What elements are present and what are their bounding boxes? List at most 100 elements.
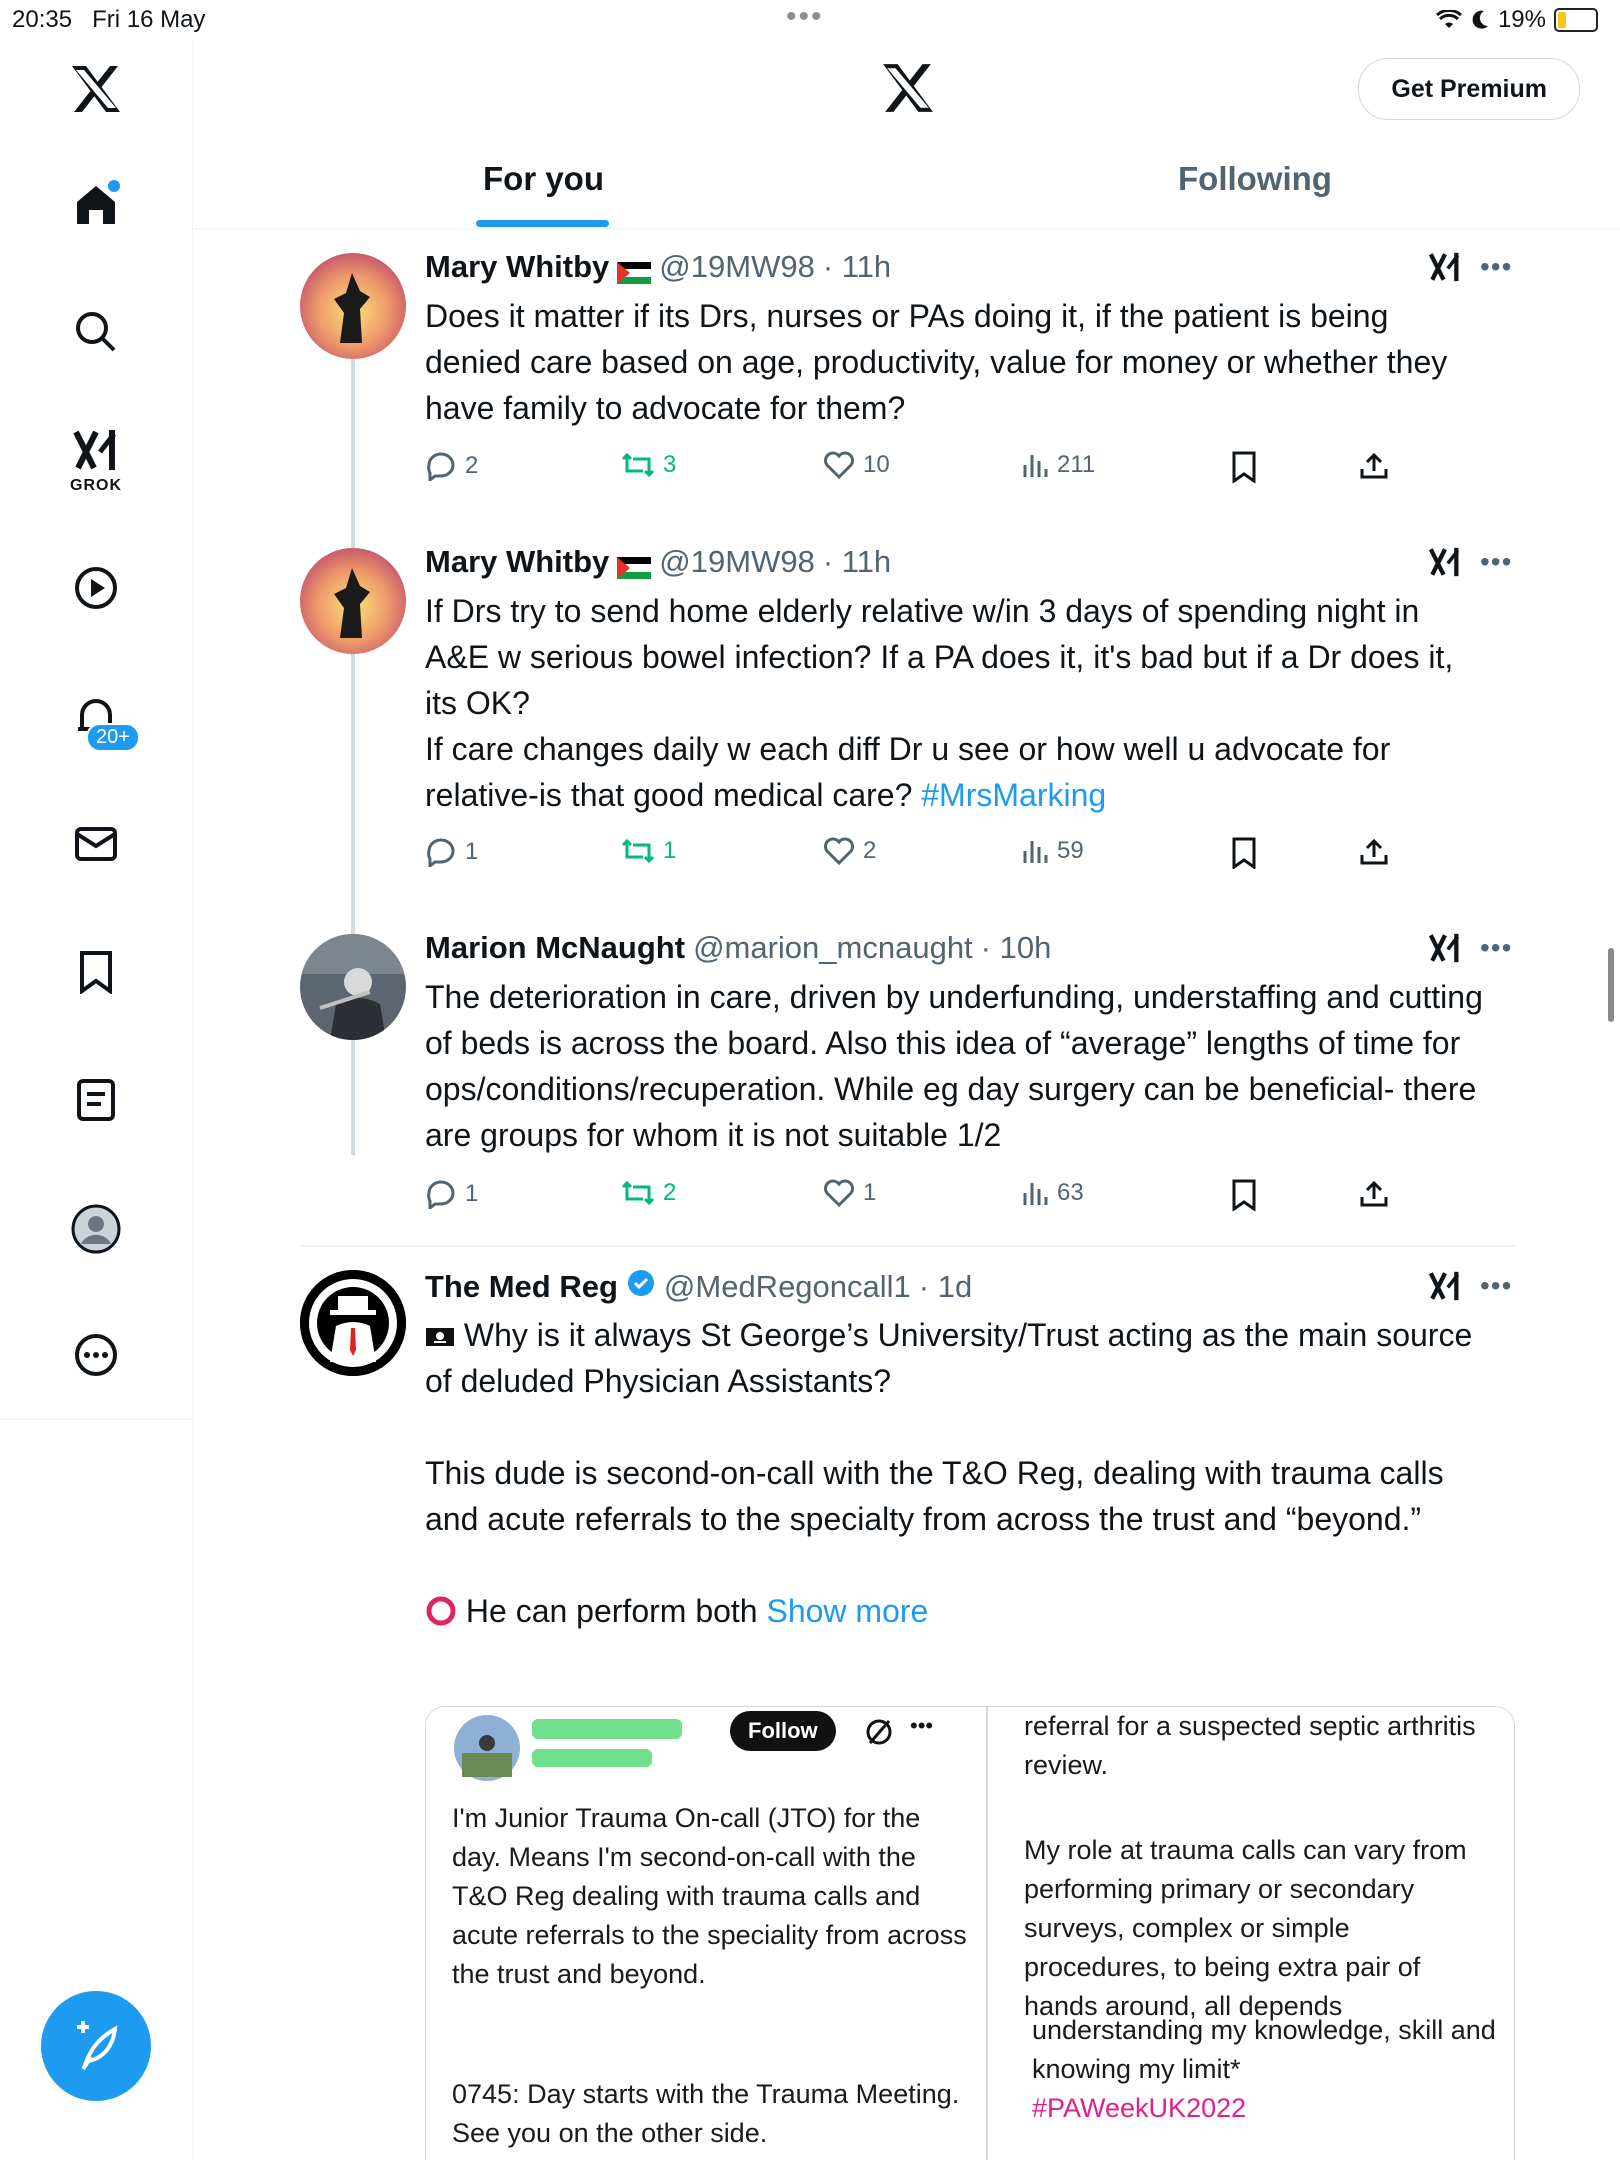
tweet-time[interactable]: · 10h bbox=[981, 930, 1052, 966]
like-button[interactable]: 1 bbox=[823, 1179, 876, 1207]
tweet-text: Does it matter if its Drs, nurses or PAs… bbox=[425, 298, 1448, 426]
author-handle[interactable]: @marion_mcnaught bbox=[693, 930, 973, 966]
nav-lists[interactable] bbox=[66, 1070, 126, 1130]
timeline-header: Get Premium For you Following bbox=[193, 40, 1620, 229]
views-button[interactable]: 211 bbox=[1021, 451, 1095, 479]
author-handle[interactable]: @19MW98 bbox=[659, 249, 815, 285]
avatar[interactable] bbox=[300, 548, 406, 654]
avatar[interactable] bbox=[300, 934, 406, 1040]
heart-icon bbox=[824, 1179, 854, 1207]
share-icon bbox=[1360, 1180, 1388, 1207]
active-tab-indicator bbox=[476, 220, 609, 227]
share-icon bbox=[1360, 838, 1388, 865]
grok-icon[interactable] bbox=[1428, 546, 1462, 578]
nav-grok[interactable] bbox=[66, 420, 126, 480]
tweet-top-actions: ••• bbox=[1428, 251, 1512, 283]
tweet-time[interactable]: · 11h bbox=[823, 249, 891, 285]
like-button[interactable]: 10 bbox=[823, 451, 890, 479]
hashtag-link[interactable]: #MrsMarking bbox=[921, 777, 1106, 813]
screenshot-more-icon: ••• bbox=[910, 1713, 934, 1738]
sidebar-divider bbox=[0, 1418, 192, 1420]
share-button[interactable] bbox=[1359, 451, 1389, 481]
reply-icon bbox=[427, 838, 455, 867]
tweet-paragraph: If care changes daily w each diff Dr u s… bbox=[425, 731, 1391, 813]
retweet-button[interactable]: 2 bbox=[621, 1179, 676, 1207]
more-icon[interactable]: ••• bbox=[1480, 546, 1512, 578]
show-more-link[interactable]: Show more bbox=[766, 1593, 928, 1629]
media-right-panel: referral for a suspected septic arthriti… bbox=[986, 1707, 1514, 2160]
nav-profile[interactable] bbox=[66, 1199, 126, 1259]
tweet-top-actions: ••• bbox=[1428, 932, 1512, 964]
author-handle[interactable]: @MedRegoncall1 bbox=[664, 1269, 911, 1305]
heart-icon bbox=[824, 451, 854, 479]
bookmark-button[interactable] bbox=[1231, 1179, 1257, 1211]
status-time: 20:35 Fri 16 May bbox=[12, 6, 206, 33]
tweet-text: If Drs try to send home elderly relative… bbox=[425, 588, 1485, 818]
retweet-button[interactable]: 1 bbox=[621, 837, 676, 865]
compose-feather-icon bbox=[77, 2021, 118, 2071]
nav-explore[interactable] bbox=[66, 302, 126, 362]
heart-icon bbox=[824, 837, 854, 865]
grok-icon[interactable] bbox=[1428, 251, 1462, 283]
status-bar: 20:35 Fri 16 May ••• 19% bbox=[0, 0, 1620, 40]
compose-button[interactable] bbox=[41, 1991, 151, 2101]
like-button[interactable]: 2 bbox=[823, 837, 876, 865]
redaction-mark bbox=[532, 1749, 652, 1767]
screenshot-text: understanding my knowledge, skill and kn… bbox=[1032, 2015, 1496, 2084]
tweet-time[interactable]: · 1d bbox=[919, 1269, 972, 1305]
tweet-top-actions: ••• bbox=[1428, 1270, 1512, 1302]
author-name[interactable]: Mary Whitby bbox=[425, 249, 609, 285]
media-left-panel: Follow ••• I'm Junior Trauma On-call (JT… bbox=[426, 1707, 984, 2160]
nav-more[interactable] bbox=[66, 1325, 126, 1385]
red-circle-icon bbox=[425, 1593, 457, 1629]
author-name[interactable]: Mary Whitby bbox=[425, 544, 609, 580]
nav-video[interactable] bbox=[66, 558, 126, 618]
bookmark-icon bbox=[80, 951, 112, 994]
reply-button[interactable]: 1 bbox=[425, 837, 478, 867]
tab-for-you[interactable]: For you bbox=[483, 160, 604, 198]
views-button[interactable]: 59 bbox=[1021, 837, 1084, 865]
tweet-header: Marion McNaught @marion_mcnaught · 10h bbox=[425, 930, 1051, 966]
retweet-button[interactable]: 3 bbox=[621, 451, 676, 479]
reply-button[interactable]: 1 bbox=[425, 1179, 478, 1209]
search-icon bbox=[76, 312, 116, 352]
share-button[interactable] bbox=[1359, 837, 1389, 867]
views-icon bbox=[1023, 1183, 1048, 1205]
author-name[interactable]: Marion McNaught bbox=[425, 930, 685, 966]
multitasking-dots[interactable]: ••• bbox=[786, 0, 824, 34]
get-premium-button[interactable]: Get Premium bbox=[1358, 58, 1580, 120]
share-button[interactable] bbox=[1359, 1179, 1389, 1209]
bookmark-button[interactable] bbox=[1231, 451, 1257, 483]
grok-icon[interactable] bbox=[1428, 1270, 1462, 1302]
slash-circle-icon bbox=[866, 1719, 892, 1745]
scrollbar[interactable] bbox=[1608, 948, 1614, 1022]
bookmark-button[interactable] bbox=[1231, 837, 1257, 869]
more-icon[interactable]: ••• bbox=[1480, 932, 1512, 964]
pirate-flag-icon bbox=[425, 1317, 455, 1353]
tweet-media-image[interactable]: Follow ••• I'm Junior Trauma On-call (JT… bbox=[425, 1706, 1515, 2160]
more-icon[interactable]: ••• bbox=[1480, 1270, 1512, 1302]
tweet-divider bbox=[300, 1245, 1515, 1247]
avatar[interactable] bbox=[300, 1270, 406, 1376]
views-button[interactable]: 63 bbox=[1021, 1179, 1084, 1207]
author-handle[interactable]: @19MW98 bbox=[659, 544, 815, 580]
verified-badge-icon bbox=[626, 1268, 656, 1306]
status-right: 19% bbox=[1435, 6, 1598, 34]
x-logo-icon[interactable] bbox=[70, 64, 122, 119]
nav-messages[interactable] bbox=[66, 814, 126, 874]
bookmark-icon bbox=[1232, 451, 1256, 483]
screenshot-avatar bbox=[454, 1715, 520, 1781]
tweet-paragraph: If Drs try to send home elderly relative… bbox=[425, 593, 1454, 721]
more-icon[interactable]: ••• bbox=[1480, 251, 1512, 283]
reply-button[interactable]: 2 bbox=[425, 451, 478, 481]
moon-icon bbox=[1472, 10, 1488, 29]
grok-icon[interactable] bbox=[1428, 932, 1462, 964]
tab-following[interactable]: Following bbox=[1178, 160, 1332, 198]
x-logo-icon[interactable] bbox=[881, 62, 935, 119]
avatar[interactable] bbox=[300, 253, 406, 359]
nav-home[interactable] bbox=[66, 175, 126, 235]
tweet-actions: 1 1 2 59 bbox=[425, 837, 1425, 877]
author-name[interactable]: The Med Reg bbox=[425, 1269, 618, 1305]
tweet-time[interactable]: · 11h bbox=[823, 544, 891, 580]
nav-bookmarks[interactable] bbox=[66, 942, 126, 1002]
